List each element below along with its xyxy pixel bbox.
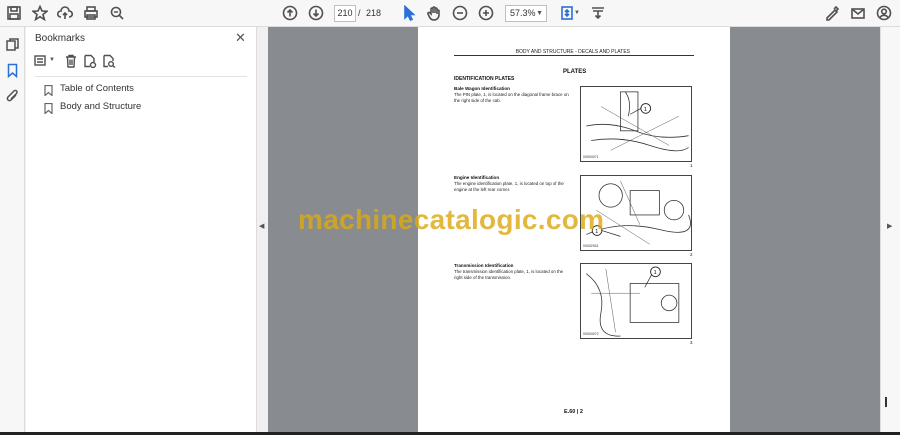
entry-text: The engine identification plate, 1, is l… [454, 181, 564, 192]
main-toolbar: 210 / 218 57.3% ▼ ▼ [0, 0, 900, 27]
chevron-down-icon: ▼ [536, 10, 543, 17]
bookmark-item-body-and-structure[interactable]: Body and Structure [44, 99, 142, 115]
figure-number: 2 [690, 252, 693, 257]
bookmark-item-table-of-contents[interactable]: Table of Contents [44, 81, 134, 97]
mail-icon[interactable] [849, 4, 867, 22]
bookmark-label: Table of Contents [60, 82, 134, 94]
save-icon[interactable] [5, 4, 23, 22]
figure-number: 1 [690, 163, 693, 168]
fit-dropdown-icon[interactable]: ▼ [573, 4, 581, 22]
entry-title: Bale Wagon Identification [454, 86, 510, 91]
right-collapse-strip[interactable]: ▶ [880, 27, 900, 432]
figure-transmission: 1 00004072 [580, 263, 692, 339]
divider [35, 76, 247, 77]
figure-code: 00004072 [583, 332, 599, 336]
attachments-icon[interactable] [5, 89, 20, 104]
search-zoom-icon[interactable] [108, 4, 126, 22]
entry-text: The transmission identification plate, 1… [454, 269, 564, 280]
search-bookmark-icon[interactable] [102, 54, 118, 70]
chevron-left-icon: ◀ [259, 223, 265, 230]
figure-number: 3 [690, 340, 693, 345]
entry-text: The PIN plate, 1, is located on the diag… [454, 92, 569, 103]
page-total: 218 [366, 8, 382, 18]
page-footer: E.60 | 2 [564, 409, 583, 415]
entry-title: Transmission Identification [454, 263, 514, 268]
entry-title: Engine Identification [454, 175, 500, 180]
bookmarks-panel: Bookmarks ✕ ▼ Table of Contents Body and… [26, 27, 257, 432]
chevron-right-icon: ▶ [887, 223, 893, 230]
figure-bale-wagon: 1 00004071 [580, 86, 692, 162]
figure-code: 00002931 [583, 244, 599, 248]
scroll-mode-icon[interactable] [589, 4, 607, 22]
scroll-indicator[interactable] [885, 397, 887, 407]
zoom-level-select[interactable]: 57.3% ▼ [505, 5, 547, 22]
zoom-out-icon[interactable] [451, 4, 469, 22]
page-separator: / [358, 8, 361, 18]
bookmark-options-icon[interactable] [34, 54, 50, 70]
close-icon[interactable]: ✕ [235, 30, 246, 46]
callout-number: 1 [644, 107, 647, 113]
panel-title: Bookmarks [35, 33, 86, 44]
new-bookmark-icon[interactable] [83, 54, 99, 70]
print-icon[interactable] [82, 4, 100, 22]
account-icon[interactable] [875, 4, 893, 22]
delete-bookmark-icon[interactable] [64, 54, 80, 70]
bookmark-icon [44, 83, 53, 97]
bookmark-star-icon[interactable] [31, 4, 49, 22]
left-nav-rail [0, 27, 25, 432]
bookmark-label: Body and Structure [60, 100, 142, 112]
subsection-title: IDENTIFICATION PLATES [454, 76, 515, 82]
sign-icon[interactable] [823, 4, 841, 22]
zoom-in-icon[interactable] [477, 4, 495, 22]
section-heading: PLATES [563, 69, 587, 75]
figure-code: 00004071 [583, 155, 599, 159]
bookmarks-panel-icon[interactable] [5, 63, 20, 79]
zoom-level-value: 57.3% [510, 8, 536, 18]
hand-tool-icon[interactable] [425, 4, 443, 22]
bookmark-icon [44, 101, 53, 115]
callout-number: 1 [654, 270, 657, 276]
panel-collapse-handle[interactable]: ◀ [257, 27, 268, 432]
header-rule [454, 55, 694, 56]
chevron-down-icon[interactable]: ▼ [49, 57, 55, 63]
page-down-icon[interactable] [307, 4, 325, 22]
bookmark-tools: ▼ [34, 54, 154, 72]
page-thumbnails-icon[interactable] [5, 37, 20, 52]
page-number-input[interactable]: 210 [334, 5, 356, 22]
cloud-upload-icon[interactable] [56, 4, 74, 22]
select-cursor-icon[interactable] [400, 4, 418, 22]
page-up-icon[interactable] [281, 4, 299, 22]
watermark-text: machinecatalogic.com [298, 204, 605, 235]
